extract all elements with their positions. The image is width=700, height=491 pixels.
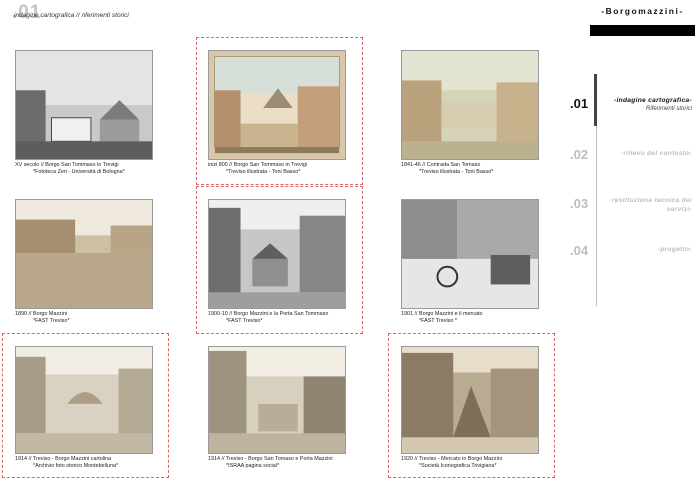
caption-title: XV secolo // Borgo San Tommaso in Trevig… bbox=[15, 162, 119, 168]
nav-item-progetto[interactable]: .04 -progetto- bbox=[560, 243, 692, 273]
nav-number: .04 bbox=[570, 243, 589, 258]
nav-label: -rilievo del contesto- bbox=[620, 150, 692, 157]
photo-caption: 1901 // Borgo Mazzini e il mercato *FAST… bbox=[401, 311, 483, 325]
nav-label: -progetto- bbox=[657, 246, 692, 253]
nav-label: -indagine cartografica- bbox=[614, 97, 692, 104]
nav-item-rilievo-del-contesto[interactable]: .02 -rilievo del contesto- bbox=[560, 147, 692, 177]
caption-title: 1841-46 // Contrada San Tomaso bbox=[401, 162, 481, 168]
caption-source: *FAST Treviso* bbox=[226, 318, 263, 325]
nav-number: .03 bbox=[570, 196, 589, 211]
caption-source: *Archivio foto storico Montebelluna* bbox=[33, 463, 119, 470]
historic-image bbox=[401, 199, 539, 309]
page-subtitle: indagine cartografica // riferimenti sto… bbox=[14, 12, 129, 19]
brand-title: -Borgomazzini- bbox=[601, 6, 684, 16]
historic-image bbox=[401, 346, 539, 454]
caption-title: 1914 // Treviso - Borgo San Tomaso e Por… bbox=[208, 456, 333, 462]
caption-title: 1914 // Treviso - Borgo Mazzini cartolin… bbox=[15, 456, 112, 462]
photo-caption: 1841-46 // Contrada San Tomaso *Treviso … bbox=[401, 162, 493, 176]
caption-source: *Società Iconografica Trivigiana* bbox=[419, 463, 497, 470]
caption-source: *FAST Treviso* bbox=[33, 318, 70, 325]
historic-image bbox=[401, 50, 539, 160]
caption-source: *Fototeca Zeri - Università di Bologna* bbox=[33, 169, 125, 176]
caption-title: 1920 // Treviso - Mercato in Borgo Mazzi… bbox=[401, 456, 502, 462]
photo-caption: 1914 // Treviso - Borgo Mazzini cartolin… bbox=[15, 456, 118, 470]
nav-item-indagine-cartografica[interactable]: .01 -indagine cartografica- Riferimenti … bbox=[560, 96, 692, 126]
nav-number: .02 bbox=[570, 147, 589, 162]
photo-caption: 1920 // Treviso - Mercato in Borgo Mazzi… bbox=[401, 456, 502, 470]
caption-title: 1890 // Borgo Mazzini bbox=[15, 311, 68, 317]
nav-sublabel: Riferimenti storici bbox=[645, 106, 692, 112]
nav-label: -restituzione tecnica dei servizi- bbox=[609, 197, 692, 213]
caption-title: inizi 800 // Borgo San Tommaso in Trevig… bbox=[208, 162, 308, 168]
historic-image bbox=[208, 199, 346, 309]
nav-item-restituzione-tecnica[interactable]: .03 -restituzione tecnica dei servizi- bbox=[560, 196, 692, 226]
historic-image bbox=[208, 346, 346, 454]
caption-source: *Treviso illustrata - Toni Basso* bbox=[419, 169, 494, 176]
historic-image bbox=[15, 346, 153, 454]
photo-caption: inizi 800 // Borgo San Tommaso in Trevig… bbox=[208, 162, 307, 176]
caption-title: 1901 // Borgo Mazzini e il mercato bbox=[401, 311, 483, 317]
photo-caption: XV secolo // Borgo San Tommaso in Trevig… bbox=[15, 162, 125, 176]
caption-source: *Treviso illustrata - Toni Basso* bbox=[226, 169, 301, 176]
caption-source: *ISRAA pagina social* bbox=[226, 463, 280, 470]
brand-bar bbox=[590, 25, 695, 36]
photo-caption: 1890 // Borgo Mazzini *FAST Treviso* bbox=[15, 311, 69, 325]
historic-image bbox=[15, 50, 153, 160]
photo-caption: 1900-10 // Borgo Mazzini e la Porta San … bbox=[208, 311, 328, 325]
historic-image bbox=[208, 50, 346, 160]
historic-image bbox=[15, 199, 153, 309]
caption-title: 1900-10 // Borgo Mazzini e la Porta San … bbox=[208, 311, 329, 317]
caption-source: *FAST Treviso * bbox=[419, 318, 457, 325]
photo-caption: 1914 // Treviso - Borgo San Tomaso e Por… bbox=[208, 456, 333, 470]
nav-number: .01 bbox=[570, 96, 589, 111]
